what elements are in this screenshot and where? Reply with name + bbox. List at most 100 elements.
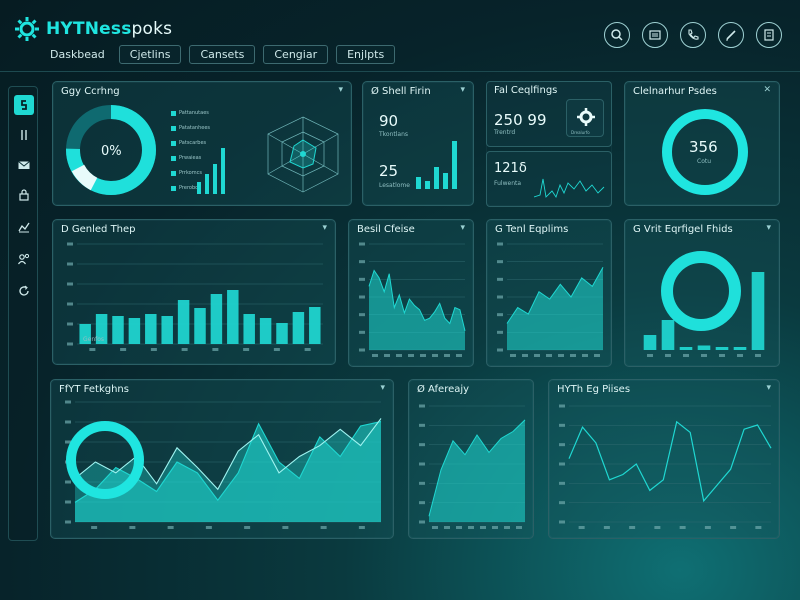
- phone-icon[interactable]: [680, 22, 706, 48]
- tab-4[interactable]: Cengiar: [263, 45, 329, 64]
- x-tick-label: [396, 354, 402, 357]
- x-tick-label: [129, 526, 136, 529]
- legend-item: Pattanutaes: [171, 110, 209, 116]
- tab-dashboard[interactable]: Daskbead: [50, 45, 111, 64]
- x-tick-label: [205, 526, 212, 529]
- close-icon[interactable]: ✕: [763, 85, 771, 95]
- x-tick-label: [273, 348, 280, 351]
- panel-fetkghns: FfYT Fetkghns ▾: [50, 379, 394, 539]
- x-tick-label: [120, 348, 127, 351]
- y-tick-label: [67, 242, 73, 246]
- area-chart: [497, 242, 604, 357]
- mail-icon[interactable]: [14, 155, 34, 175]
- legend-item: Patatanhees: [171, 125, 210, 131]
- metric-value: 250 99: [494, 111, 547, 129]
- chevron-down-icon[interactable]: ▾: [460, 85, 465, 95]
- chevron-down-icon[interactable]: ▾: [766, 383, 771, 393]
- y-tick-label: [497, 260, 503, 264]
- x-tick-label: [504, 526, 510, 529]
- bar: [661, 320, 675, 350]
- y-tick-label: [359, 277, 365, 281]
- refresh-icon[interactable]: [14, 281, 34, 301]
- x-tick-label: [384, 354, 390, 357]
- y-tick-label: [497, 277, 503, 281]
- x-tick-label: [755, 354, 761, 357]
- bar-chart: [643, 272, 765, 357]
- chevron-down-icon[interactable]: ▾: [380, 383, 385, 393]
- metric-label: Tkontlans: [379, 131, 409, 138]
- search-icon[interactable]: [604, 22, 630, 48]
- panel-title: D Genled Thep: [61, 224, 136, 235]
- x-tick-label: [468, 526, 474, 529]
- panel-title: FfYT Fetkghns: [59, 384, 129, 395]
- bar: [177, 300, 190, 344]
- x-tick-label: [408, 354, 414, 357]
- x-tick-label: [534, 354, 540, 357]
- panel-afereajy: Ø Afereajy: [408, 379, 534, 539]
- area-fill: [507, 267, 603, 350]
- tab-2[interactable]: Cjetlins: [118, 45, 182, 64]
- panel-besil: Besil Cfeise ▾: [348, 219, 474, 367]
- panel-title: Fal Ceqlfings: [494, 85, 558, 96]
- y-tick-label: [419, 423, 425, 427]
- x-tick-label: [372, 354, 378, 357]
- x-tick-label: [320, 526, 327, 529]
- main-nav: Daskbead Cjetlins Cansets Cengiar Enjlpt…: [50, 45, 396, 64]
- app-icon[interactable]: [14, 95, 34, 115]
- edit-icon[interactable]: [718, 22, 744, 48]
- y-tick-label: [559, 481, 565, 485]
- y-tick-label: [359, 348, 365, 352]
- x-tick-label: [150, 348, 157, 351]
- x-tick-label: [570, 354, 576, 357]
- chevron-down-icon[interactable]: ▾: [460, 223, 465, 233]
- x-tick-label: [546, 354, 552, 357]
- chevron-down-icon[interactable]: ▾: [322, 223, 327, 233]
- x-tick-label: [665, 354, 671, 357]
- panel-title: G Vrit Eqrfigel Fhids: [633, 224, 733, 235]
- panel-eg-piises: HYTh Eg Piises ▾: [548, 379, 780, 539]
- x-tick-label: [181, 348, 188, 351]
- y-tick-label: [419, 462, 425, 466]
- gauge-label: Cotu: [697, 158, 712, 165]
- bar: [145, 314, 157, 344]
- x-tick-label: [755, 526, 762, 529]
- y-tick-label: [359, 295, 365, 299]
- bar: [292, 312, 305, 344]
- x-tick-label: [167, 526, 174, 529]
- chart-icon[interactable]: [14, 217, 34, 237]
- x-tick-label: [578, 526, 585, 529]
- x-tick-label: [432, 354, 438, 357]
- y-tick-label: [419, 501, 425, 505]
- tab-5[interactable]: Enjlpts: [336, 45, 396, 64]
- x-tick-label: [304, 348, 311, 351]
- gear-icon: [577, 108, 595, 126]
- brand[interactable]: HYTNesspoks: [14, 16, 172, 42]
- bar: [259, 318, 272, 344]
- panel-clelnarhur: Clelnarhur Psdes ✕ 356 Cotu: [624, 81, 780, 206]
- x-tick-label: [683, 354, 689, 357]
- bar: [679, 347, 693, 350]
- panel-title: Besil Cfeise: [357, 224, 415, 235]
- series-line: [568, 420, 772, 503]
- calculator-icon[interactable]: [756, 22, 782, 48]
- x-tick-label: [522, 354, 528, 357]
- y-tick-label: [559, 443, 565, 447]
- x-tick-label: [582, 354, 588, 357]
- group-icon[interactable]: [14, 249, 34, 269]
- area-fill: [369, 270, 465, 350]
- y-tick-label: [419, 481, 425, 485]
- panel-genled: D Genled Thep ▾ Genfos: [52, 219, 336, 365]
- panel-title: Ggy Ccrhng: [61, 86, 120, 97]
- x-tick-label: [432, 526, 438, 529]
- chevron-down-icon[interactable]: ▾: [338, 85, 343, 95]
- x-tick-label: [358, 526, 365, 529]
- menu-icon[interactable]: [642, 22, 668, 48]
- donut-center-value: 0%: [101, 144, 122, 159]
- pause-icon[interactable]: [14, 125, 34, 145]
- tab-3[interactable]: Cansets: [189, 45, 256, 64]
- y-tick-label: [559, 462, 565, 466]
- lock-icon[interactable]: [14, 185, 34, 205]
- bar: [128, 318, 141, 344]
- chevron-down-icon[interactable]: ▾: [766, 223, 771, 233]
- panel-title: HYTh Eg Piises: [557, 384, 631, 395]
